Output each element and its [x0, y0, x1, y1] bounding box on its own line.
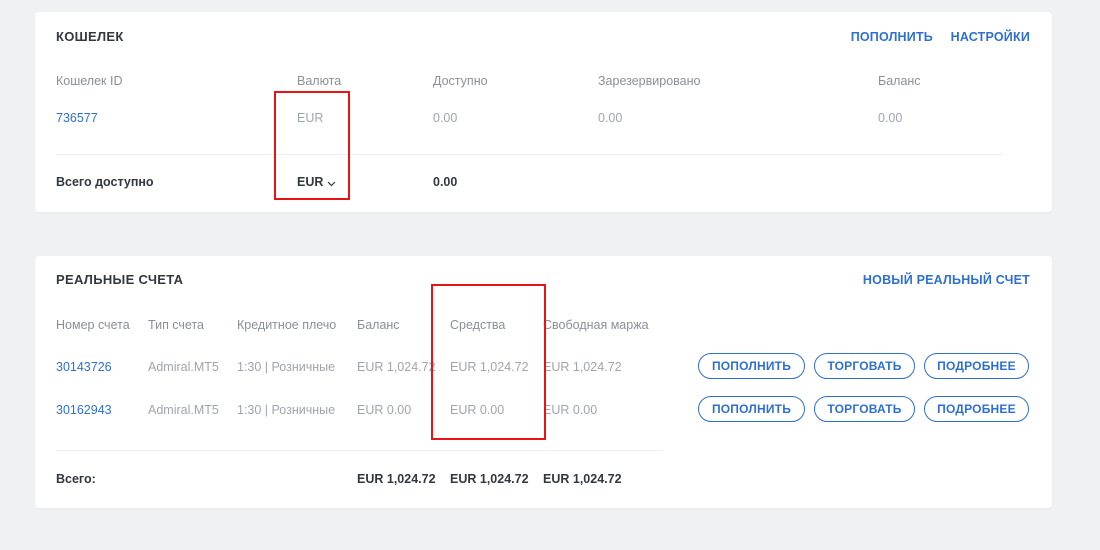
col-account-type: Тип счета: [148, 318, 205, 332]
account-number-link[interactable]: 30162943: [56, 403, 112, 417]
trade-button[interactable]: ТОРГОВАТЬ: [814, 353, 915, 379]
wallet-reserved: 0.00: [598, 111, 623, 125]
details-button[interactable]: ПОДРОБНЕЕ: [924, 396, 1029, 422]
accounts-total-label: Всего:: [56, 472, 96, 486]
wallet-total-label: Всего доступно: [56, 175, 154, 189]
col-account-number: Номер счета: [56, 318, 130, 332]
accounts-divider: [56, 450, 663, 451]
funds-highlight-box: [431, 284, 546, 440]
total-balance: EUR 1,024.72: [357, 472, 436, 486]
total-funds: EUR 1,024.72: [450, 472, 529, 486]
wallet-title: КОШЕЛЕК: [56, 29, 124, 44]
trade-button[interactable]: ТОРГОВАТЬ: [814, 396, 915, 422]
col-balance: Баланс: [878, 74, 921, 88]
account-leverage: 1:30 | Розничные: [237, 360, 336, 374]
wallet-deposit-link[interactable]: ПОПОЛНИТЬ: [851, 30, 933, 44]
wallet-balance: 0.00: [878, 111, 903, 125]
deposit-button[interactable]: ПОПОЛНИТЬ: [698, 353, 805, 379]
currency-highlight-box: [274, 91, 350, 200]
col-balance: Баланс: [357, 318, 400, 332]
wallet-card: КОШЕЛЕК ПОПОЛНИТЬ НАСТРОЙКИ Кошелек ID В…: [35, 12, 1052, 212]
account-balance: EUR 0.00: [357, 403, 412, 417]
wallet-id-link[interactable]: 736577: [56, 111, 98, 125]
account-leverage: 1:30 | Розничные: [237, 403, 336, 417]
account-type: Admiral.MT5: [148, 403, 219, 417]
account-balance: EUR 1,024.72: [357, 360, 436, 374]
accounts-title: РЕАЛЬНЫЕ СЧЕТА: [56, 272, 184, 287]
total-free-margin: EUR 1,024.72: [543, 472, 622, 486]
account-type: Admiral.MT5: [148, 360, 219, 374]
details-button[interactable]: ПОДРОБНЕЕ: [924, 353, 1029, 379]
wallet-total-value: 0.00: [433, 175, 458, 189]
col-available: Доступно: [433, 74, 488, 88]
col-leverage: Кредитное плечо: [237, 318, 337, 332]
account-free-margin: EUR 1,024.72: [543, 360, 622, 374]
deposit-button[interactable]: ПОПОЛНИТЬ: [698, 396, 805, 422]
wallet-divider: [56, 154, 1002, 155]
col-free-margin: Свободная маржа: [543, 318, 649, 332]
account-free-margin: EUR 0.00: [543, 403, 598, 417]
wallet-available: 0.00: [433, 111, 458, 125]
wallet-settings-link[interactable]: НАСТРОЙКИ: [951, 30, 1030, 44]
col-currency: Валюта: [297, 74, 342, 88]
new-real-account-link[interactable]: НОВЫЙ РЕАЛЬНЫЙ СЧЕТ: [863, 273, 1030, 287]
account-number-link[interactable]: 30143726: [56, 360, 112, 374]
col-wallet-id: Кошелек ID: [56, 74, 123, 88]
col-reserved: Зарезервировано: [598, 74, 701, 88]
